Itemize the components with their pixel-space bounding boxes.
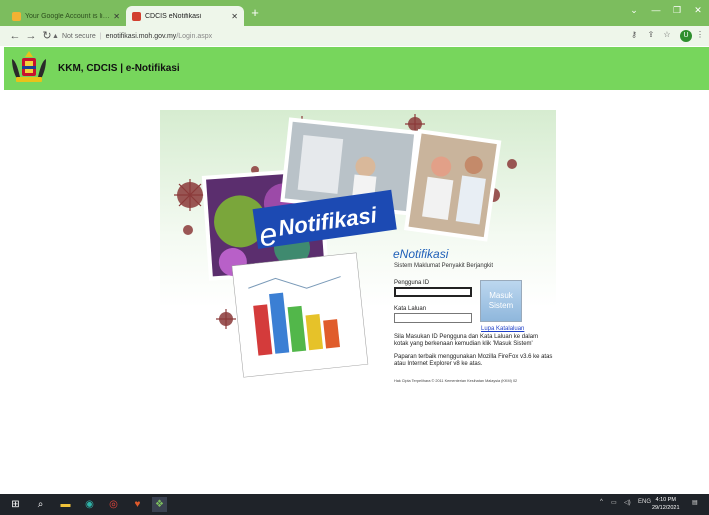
password-label: Kata Laluan [394, 306, 427, 312]
tab-search-icon[interactable]: ⌄ [626, 5, 642, 16]
back-icon[interactable]: ← [8, 29, 22, 43]
tray-chevron-icon[interactable]: ^ [600, 499, 603, 505]
volume-icon[interactable]: ◁) [624, 499, 631, 506]
password-field[interactable] [394, 313, 472, 323]
submit-label: Masuk Sistem [488, 291, 514, 310]
security-label: Not secure [61, 32, 96, 40]
edge-icon[interactable]: ◉ [82, 497, 97, 512]
search-icon[interactable]: ⌕ [33, 497, 48, 512]
browser-note: Paparan terbaik menggunakan Mozilla Fire… [394, 354, 553, 367]
notification-icon[interactable]: ▤ [692, 499, 698, 506]
username-field[interactable] [394, 287, 472, 297]
forward-icon[interactable]: → [24, 29, 38, 43]
new-tab-button[interactable]: + [248, 6, 262, 20]
site-title: KKM, CDCIS | e-Notifikasi [58, 63, 180, 74]
browser-tab-strip: Your Google Account is live – m ✕ CDCIS … [0, 0, 709, 26]
moh-favicon-icon [132, 11, 141, 21]
address-bar[interactable]: ▲ Not secure | enotifikasi.moh.gov.my /L… [52, 29, 672, 43]
windows-taskbar: ⊞ ⌕ ▬ ◉ ◎ ♥ ❖ ^ ▭ ◁) ENG 4:10 PM 29/12/2… [0, 494, 709, 515]
network-icon[interactable]: ▭ [611, 499, 617, 506]
system-clock[interactable]: 4:10 PM 29/12/2021 [652, 496, 680, 512]
login-banner: e Notifikasi [160, 110, 556, 392]
username-label: Pengguna ID [394, 280, 430, 286]
app-title: eNotifikasi [393, 247, 449, 261]
clock-date: 29/12/2021 [652, 505, 680, 511]
app-subtitle: Sistem Maklumat Penyakit Berjangkit [394, 263, 494, 269]
url-separator: | [99, 32, 102, 40]
key-icon[interactable]: ⚷ [628, 30, 640, 39]
banner-illustration: e Notifikasi [174, 114, 517, 378]
close-window-button[interactable]: ✕ [690, 5, 706, 16]
clock-time: 4:10 PM [655, 497, 676, 503]
tab-title: CDCIS eNotifikasi [145, 12, 202, 20]
copyright-text: Hak Cipta Terpelihara © 2011 Kementerian… [394, 379, 518, 383]
tab-cdcis[interactable]: CDCIS eNotifikasi ✕ [126, 6, 244, 26]
url-host: enotifikasi.moh.gov.my [105, 32, 177, 40]
windows-start-icon[interactable]: ⊞ [8, 497, 23, 512]
screen: { "browser": { "tabs": [ {"title": "Your… [0, 0, 709, 515]
share-icon[interactable]: ⇪ [645, 30, 657, 39]
login-instructions: Sila Masukan ID Pengguna dan Kata Laluan… [394, 334, 539, 347]
browser-toolbar: ← → ↻ ▲ Not secure | enotifikasi.moh.gov… [0, 26, 709, 46]
file-explorer-icon[interactable]: ▬ [58, 497, 73, 512]
google-favicon-icon [12, 11, 21, 21]
menu-icon[interactable]: ⋮ [694, 30, 706, 39]
tab-title: Your Google Account is live – m [25, 12, 110, 20]
site-header: KKM, CDCIS | e-Notifikasi [4, 47, 709, 90]
warning-icon: ▲ [52, 32, 59, 40]
url-path: /Login.aspx [176, 32, 213, 40]
close-tab-icon[interactable]: ✕ [231, 12, 238, 21]
chrome-icon[interactable]: ◎ [106, 497, 121, 512]
minimize-button[interactable]: — [648, 5, 664, 15]
profile-avatar[interactable]: U [680, 30, 692, 42]
restore-button[interactable]: ❐ [669, 5, 685, 16]
close-tab-icon[interactable]: ✕ [113, 12, 120, 21]
forgot-password-link[interactable]: Lupa Katalaluan [481, 326, 524, 332]
tab-google-account[interactable]: Your Google Account is live – m ✕ [6, 6, 126, 26]
app-icon[interactable]: ♥ [130, 497, 145, 512]
star-icon[interactable]: ☆ [661, 30, 673, 39]
active-app-icon[interactable]: ❖ [152, 497, 167, 512]
coat-of-arms-logo [12, 51, 46, 82]
masuk-sistem-button[interactable]: Masuk Sistem [480, 280, 522, 322]
language-indicator[interactable]: ENG [638, 499, 651, 505]
